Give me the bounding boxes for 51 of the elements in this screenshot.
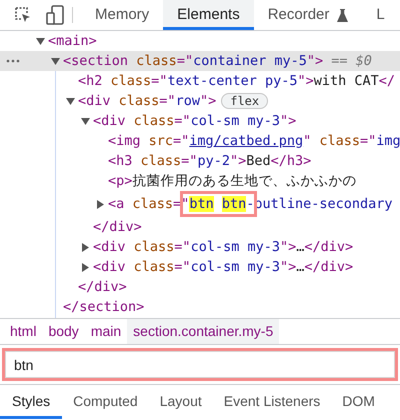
code-line: <a class="btn btn-outline-secondary [108,194,393,214]
breadcrumb[interactable]: html [4,319,42,344]
dom-tree-row[interactable]: <div class="col-sm my-3"> [0,111,400,131]
dom-tree-row[interactable]: <h3 class="py-2">Bed</h3> [0,151,400,171]
dom-tree-row[interactable]: <h2 class="text-center py-5">with CAT</ [0,71,400,91]
code-line: <div class="col-sm my-3">…</div> [93,258,354,277]
dom-tree-row[interactable]: <img src="img/catbed.png" class="img [0,131,400,151]
dom-tree-row[interactable]: <p>抗菌作用のある生地で、ふかふかの [0,171,400,191]
panel-tab[interactable]: Recorder [254,0,362,30]
inspect-icon[interactable] [14,6,32,24]
code-line: <div class="row"> [78,92,216,111]
dom-tree-row[interactable]: <div class="col-sm my-3">…</div> [0,257,400,277]
panel-tab[interactable]: Layout [148,385,213,419]
code-line: <h3 class="py-2">Bed</h3> [108,152,312,171]
search-field[interactable]: btn [5,351,395,378]
code-line: <img src="img/catbed.png" class="img [108,132,400,151]
code-line: </div> [78,278,127,297]
dom-tree-row[interactable]: <div class="row"> flex [0,91,400,111]
code-line: <main> [48,32,97,51]
code-line: </section> [63,298,144,317]
collapse-arrow-icon[interactable] [36,36,45,46]
dom-tree-row[interactable]: <div class="col-sm my-3">…</div> [0,237,400,257]
device-toolbar-icon[interactable] [46,5,64,25]
code-line: <h2 class="text-center py-5">with CAT</ [78,72,396,91]
dom-tree-row[interactable]: <section class="container my-5"> == $0 [0,51,400,71]
code-line: </div> [93,218,142,237]
panel-tab[interactable]: DOM [331,385,386,419]
more-icon[interactable] [6,59,20,63]
code-line: <p>抗菌作用のある生地で、ふかふかの [108,172,356,191]
dom-tree-row[interactable]: <a class="btn btn-outline-secondary [0,191,400,217]
panel-tab[interactable]: Event Listeners [212,385,332,419]
code-line: <div class="col-sm my-3"> [93,112,296,131]
code-line: <div class="col-sm my-3">…</div> [93,238,354,257]
panel-tab[interactable]: Elements [163,0,254,30]
flex-badge[interactable]: flex [221,93,268,109]
expand-arrow-icon[interactable] [81,242,90,252]
panel-tab[interactable]: Styles [0,385,62,419]
breadcrumb[interactable]: body [42,319,85,344]
dom-tree-row[interactable]: <main> [0,31,400,51]
panel-tab[interactable]: Computed [62,385,149,419]
expand-arrow-icon[interactable] [81,262,90,272]
collapse-arrow-icon[interactable] [66,96,75,106]
code-line: <section class="container my-5"> == $0 [63,52,372,71]
breadcrumb[interactable]: main [84,319,128,344]
panel-tab[interactable]: L [362,0,399,30]
breadcrumb[interactable]: section.container.my-5 [127,319,280,344]
collapse-arrow-icon[interactable] [51,56,60,66]
expand-arrow-icon[interactable] [96,200,105,208]
panel-tab[interactable]: Memory [81,0,164,30]
flask-icon [337,8,348,22]
collapse-arrow-icon[interactable] [81,116,90,126]
